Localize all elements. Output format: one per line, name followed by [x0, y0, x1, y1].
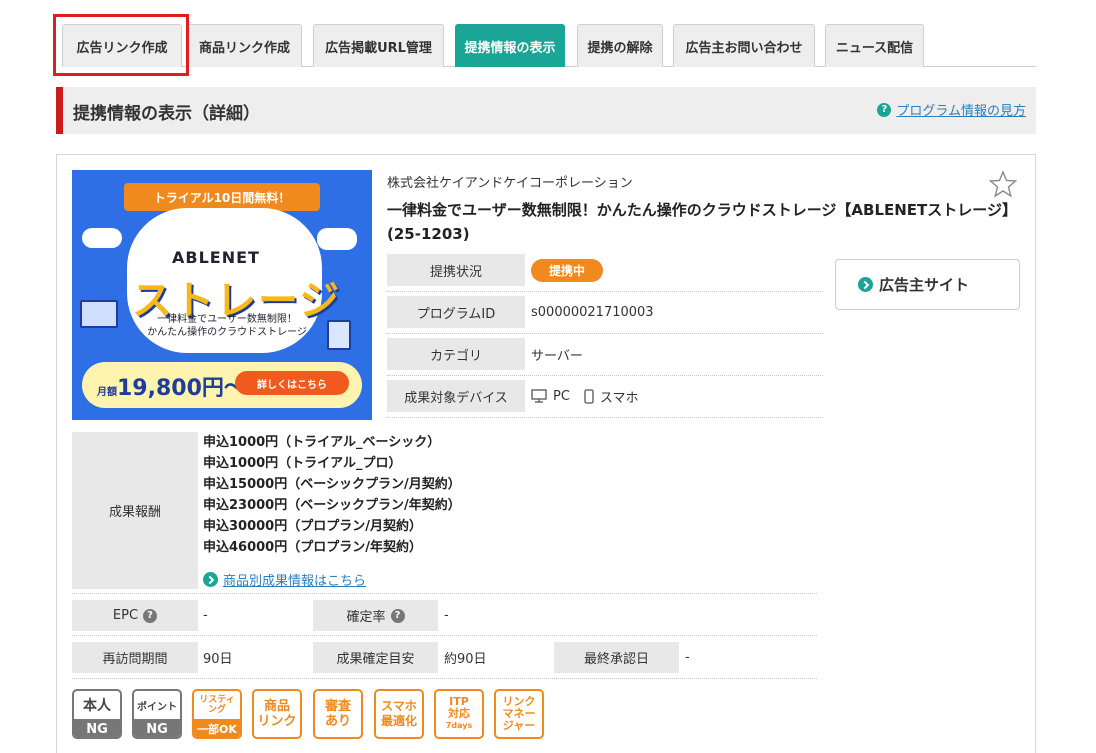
advertiser-site-button[interactable]: 広告主サイト [835, 259, 1020, 310]
banner-subtext: 一律料金でユーザー数無制限！ かんたん操作のクラウドストレージ [147, 314, 307, 338]
section-header: 提携情報の表示（詳細） ? プログラム情報の見方 [56, 87, 1036, 134]
info-row-category: カテゴリ サーバー [387, 338, 823, 376]
device-label: 成果対象デバイス [387, 380, 525, 412]
divider [72, 635, 817, 636]
advertiser-site-label: 広告主サイト [879, 276, 970, 294]
divider [72, 678, 817, 679]
smartphone-icon [584, 388, 594, 404]
question-icon: ? [877, 102, 892, 117]
category-value: サーバー [531, 348, 583, 364]
reward-item: 申込30000円（プロプラン/月契約） [203, 519, 422, 534]
page-title: 提携情報の表示（詳細） [73, 104, 260, 124]
arrow-right-icon [203, 572, 218, 587]
product-link-badge: 商品 リンク [252, 689, 302, 739]
help-link-label: プログラム情報の見方 [896, 104, 1026, 119]
cloud-icon [317, 228, 357, 250]
reward-list: 申込1000円（トライアル_ベーシック） 申込1000円（トライアル_プロ） 申… [203, 432, 603, 558]
monitor-icon [80, 300, 118, 328]
epc-label: EPC? [72, 600, 198, 631]
tab-news[interactable]: ニュース配信 [825, 24, 924, 67]
confirm-rate-label: 確定率? [313, 600, 438, 631]
review-badge: 審査 あり [313, 689, 363, 739]
info-row-device: 成果対象デバイス PC スマホ [387, 380, 823, 418]
banner-brand: ABLENET [172, 248, 260, 267]
category-label: カテゴリ [387, 338, 525, 370]
divider [72, 593, 817, 594]
tab-ad-url-manage[interactable]: 広告掲載URL管理 [313, 24, 444, 67]
program-id-value: s00000021710003 [531, 304, 654, 320]
tab-partnership-info[interactable]: 提携情報の表示 [455, 24, 565, 67]
banner-price: 月額19,800円～ [97, 376, 246, 401]
tab-partnership-cancel[interactable]: 提携の解除 [577, 24, 663, 67]
advertiser-company: 株式会社ケイアンドケイコーポレーション [387, 176, 633, 191]
itp-badge: ITP 対応 7days [434, 689, 484, 739]
reward-item: 申込23000円（ベーシックプラン/年契約） [203, 498, 461, 513]
confirm-period-label: 成果確定目安 [313, 642, 438, 673]
product-reward-link-label: 商品別成果情報はこちら [223, 574, 367, 589]
favorite-star-icon[interactable] [989, 170, 1017, 198]
question-icon[interactable]: ? [143, 608, 158, 623]
banner-cta: 詳しくはこちら [235, 371, 349, 395]
reward-item: 申込46000円（プロプラン/年契約） [203, 540, 422, 555]
program-title: 一律料金でユーザー数無制限！かんたん操作のクラウドストレージ【ABLENETスト… [387, 201, 1017, 243]
status-badge: 提携中 [531, 258, 604, 282]
listing-badge: リスティ ング 一部OK [192, 689, 242, 739]
device-smartphone: スマホ [599, 390, 639, 406]
program-id-label: プログラムID [387, 296, 525, 328]
tab-advertiser-contact[interactable]: 広告主お問い合わせ [673, 24, 815, 67]
program-banner[interactable]: トライアル10日間無料！ ABLENET ストレージ 一律料金でユーザー数無制限… [72, 170, 372, 420]
reward-label: 成果報酬 [72, 432, 198, 589]
product-reward-link[interactable]: 商品別成果情報はこちら [203, 570, 366, 589]
revisit-period-value: 90日 [203, 652, 233, 667]
cloud-icon [82, 228, 122, 248]
banner-ribbon: トライアル10日間無料！ [124, 183, 320, 211]
reward-item: 申込15000円（ベーシックプラン/月契約） [203, 477, 461, 492]
question-icon[interactable]: ? [390, 608, 405, 623]
status-label: 提携状況 [387, 254, 525, 286]
arrow-right-icon [858, 277, 873, 292]
tab-bar: 広告リンク作成 商品リンク作成 広告掲載URL管理 提携情報の表示 提携の解除 … [62, 24, 1036, 67]
confirm-period-value: 約90日 [444, 652, 487, 667]
point-site-badge: ポイント NG [132, 689, 182, 739]
revisit-period-label: 再訪問期間 [72, 642, 198, 673]
last-approval-value: - [685, 650, 690, 665]
smartphone-optimized-badge: スマホ 最適化 [374, 689, 424, 739]
device-pc: PC [553, 388, 570, 404]
epc-value: - [203, 608, 208, 623]
reward-item: 申込1000円（トライアル_ベーシック） [203, 435, 441, 450]
program-info-help-link[interactable]: ? プログラム情報の見方 [877, 100, 1026, 119]
confirm-rate-value: - [444, 608, 449, 623]
tab-ad-link-create[interactable]: 広告リンク作成 [62, 24, 182, 67]
link-manager-badge: リンク マネー ジャー [494, 689, 544, 739]
last-approval-label: 最終承認日 [554, 642, 679, 673]
tab-product-link-create[interactable]: 商品リンク作成 [187, 24, 302, 67]
info-row-status: 提携状況 提携中 [387, 254, 823, 292]
self-purchase-badge: 本人 NG [72, 689, 122, 739]
pc-icon [531, 389, 547, 403]
reward-item: 申込1000円（トライアル_プロ） [203, 456, 402, 471]
info-row-program-id: プログラムID s00000021710003 [387, 296, 823, 334]
